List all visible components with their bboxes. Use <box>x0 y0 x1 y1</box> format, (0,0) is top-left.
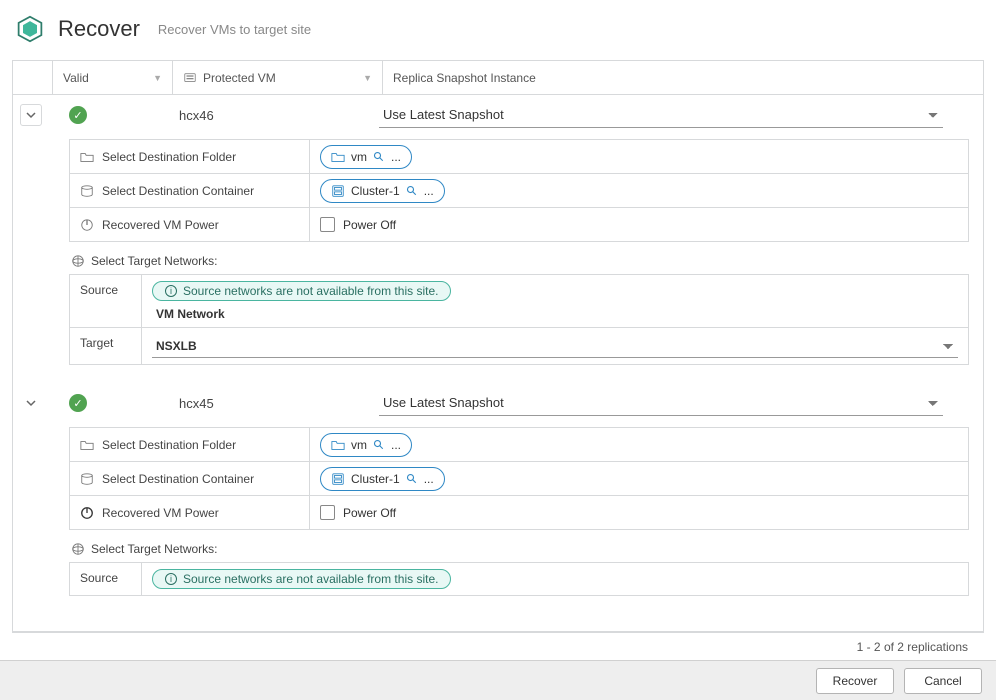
vm-row: ✓ hcx45 Use Latest Snapshot <box>13 383 983 423</box>
vm-row: ✓ hcx46 Use Latest Snapshot <box>13 95 983 135</box>
ellipsis: ... <box>391 438 401 452</box>
source-network-name: VM Network <box>152 307 958 321</box>
expand-toggle[interactable] <box>20 104 42 126</box>
folder-icon <box>80 438 94 452</box>
col-header-protected-vm[interactable]: Protected VM ▼ <box>173 61 383 94</box>
page-title: Recover <box>58 16 140 42</box>
dest-folder-chip[interactable]: vm ... <box>320 145 412 169</box>
dest-container-chip[interactable]: Cluster-1 ... <box>320 179 445 203</box>
select-target-networks-heading: Select Target Networks: <box>71 254 969 268</box>
grid-body[interactable]: ✓ hcx46 Use Latest Snapshot Select Desti… <box>13 95 983 631</box>
dest-folder-value: vm <box>351 438 367 452</box>
datastore-icon <box>80 184 94 198</box>
dest-container-label: Select Destination Container <box>102 472 254 486</box>
network-source-label: Source <box>70 275 142 327</box>
source-network-warning: i Source networks are not available from… <box>152 281 451 301</box>
vm-detail-panel: Select Destination Folder vm ... <box>69 427 969 596</box>
cluster-icon <box>331 472 345 486</box>
recovered-power-label: Recovered VM Power <box>102 506 219 520</box>
search-icon <box>406 473 418 485</box>
dest-container-label: Select Destination Container <box>102 184 254 198</box>
dest-folder-label: Select Destination Folder <box>102 438 236 452</box>
recover-hex-icon <box>16 15 44 43</box>
ellipsis: ... <box>424 184 434 198</box>
page-subtitle: Recover VMs to target site <box>158 22 311 37</box>
recovered-power-label: Recovered VM Power <box>102 218 219 232</box>
dest-folder-label: Select Destination Folder <box>102 150 236 164</box>
power-off-checkbox[interactable]: Power Off <box>320 217 396 232</box>
row-destination-folder: Select Destination Folder vm ... <box>70 140 968 174</box>
dest-container-value: Cluster-1 <box>351 472 400 486</box>
select-target-networks-label: Select Target Networks: <box>91 542 218 556</box>
cancel-button[interactable]: Cancel <box>904 668 982 694</box>
status-valid-icon: ✓ <box>69 394 87 412</box>
datastore-icon <box>80 472 94 486</box>
search-icon <box>373 439 385 451</box>
status-line: 1 - 2 of 2 replications <box>12 632 984 660</box>
search-icon <box>406 185 418 197</box>
power-icon <box>80 506 94 520</box>
dest-container-value: Cluster-1 <box>351 184 400 198</box>
col-header-snapshot: Replica Snapshot Instance <box>383 61 983 94</box>
power-icon <box>80 218 94 232</box>
select-target-networks-label: Select Target Networks: <box>91 254 218 268</box>
folder-icon <box>80 150 94 164</box>
ellipsis: ... <box>424 472 434 486</box>
col-header-valid-label: Valid <box>63 71 89 85</box>
info-icon: i <box>165 285 177 297</box>
snapshot-select[interactable]: Use Latest Snapshot <box>379 390 943 416</box>
col-header-protected-vm-label: Protected VM <box>203 71 276 85</box>
source-network-warning-text: Source networks are not available from t… <box>183 572 438 586</box>
status-valid-icon: ✓ <box>69 106 87 124</box>
dest-folder-value: vm <box>351 150 367 164</box>
network-icon <box>71 542 85 556</box>
dest-container-chip[interactable]: Cluster-1 ... <box>320 467 445 491</box>
status-text: 1 - 2 of 2 replications <box>857 640 968 654</box>
col-header-valid[interactable]: Valid ▼ <box>53 61 173 94</box>
protected-vm-icon <box>183 71 197 85</box>
power-off-checkbox[interactable]: Power Off <box>320 505 396 520</box>
recover-button[interactable]: Recover <box>816 668 894 694</box>
select-target-networks-heading: Select Target Networks: <box>71 542 969 556</box>
row-recovered-power: Recovered VM Power Power Off <box>70 208 968 242</box>
power-off-label: Power Off <box>343 218 396 232</box>
vm-detail-panel: Select Destination Folder vm ... <box>69 139 969 365</box>
vm-grid: Valid ▼ Protected VM ▼ Replica Snapshot … <box>12 60 984 632</box>
folder-icon <box>331 150 345 164</box>
row-recovered-power: Recovered VM Power Power Off <box>70 496 968 530</box>
ellipsis: ... <box>391 150 401 164</box>
search-icon <box>373 151 385 163</box>
vm-name: hcx46 <box>169 108 379 123</box>
network-target-label: Target <box>70 328 142 364</box>
chevron-down-icon <box>26 110 36 120</box>
source-network-warning: i Source networks are not available from… <box>152 569 451 589</box>
row-destination-folder: Select Destination Folder vm ... <box>70 428 968 462</box>
folder-icon <box>331 438 345 452</box>
expand-toggle[interactable] <box>20 398 42 408</box>
page-header: Recover Recover VMs to target site <box>0 0 996 54</box>
target-network-select[interactable]: NSXLB <box>152 334 958 358</box>
grid-header: Valid ▼ Protected VM ▼ Replica Snapshot … <box>13 61 983 95</box>
source-network-warning-text: Source networks are not available from t… <box>183 284 438 298</box>
dialog-footer: Recover Cancel <box>0 660 996 700</box>
snapshot-select[interactable]: Use Latest Snapshot <box>379 102 943 128</box>
network-source-label: Source <box>70 563 142 595</box>
cluster-icon <box>331 184 345 198</box>
info-icon: i <box>165 573 177 585</box>
filter-icon[interactable]: ▼ <box>363 73 372 83</box>
dest-folder-chip[interactable]: vm ... <box>320 433 412 457</box>
row-destination-container: Select Destination Container Cluster-1 .… <box>70 174 968 208</box>
chevron-down-icon <box>26 398 36 408</box>
row-destination-container: Select Destination Container Cluster-1 .… <box>70 462 968 496</box>
col-header-snapshot-label: Replica Snapshot Instance <box>393 71 536 85</box>
vm-name: hcx45 <box>169 396 379 411</box>
network-icon <box>71 254 85 268</box>
filter-icon[interactable]: ▼ <box>153 73 162 83</box>
power-off-label: Power Off <box>343 506 396 520</box>
